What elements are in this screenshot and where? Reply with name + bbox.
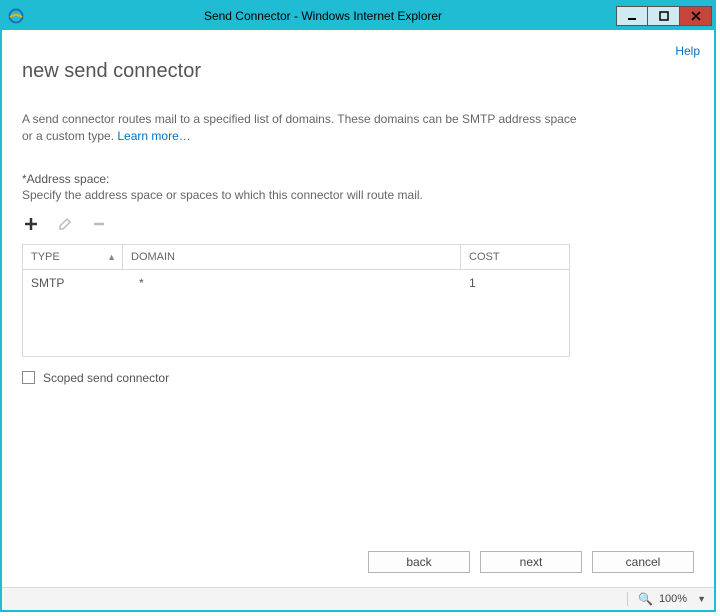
cell-domain: *: [131, 276, 461, 290]
scoped-checkbox-row: Scoped send connector: [22, 371, 694, 385]
page-body: new send connector A send connector rout…: [2, 30, 714, 551]
col-header-domain[interactable]: DOMAIN: [123, 245, 461, 269]
page-description: A send connector routes mail to a specif…: [22, 111, 582, 146]
address-space-sub: Specify the address space or spaces to w…: [22, 188, 694, 202]
table-row[interactable]: SMTP * 1: [23, 270, 569, 296]
spacer: [22, 385, 694, 551]
col-header-type-label: TYPE: [31, 251, 60, 263]
col-header-cost-label: COST: [469, 251, 500, 263]
window-frame: Send Connector - Windows Internet Explor…: [0, 0, 716, 612]
minimize-button[interactable]: [616, 6, 648, 26]
maximize-button[interactable]: [648, 6, 680, 26]
status-bar: 🔍 100% ▼: [2, 587, 714, 610]
col-header-cost[interactable]: COST: [461, 251, 569, 263]
title-bar: Send Connector - Windows Internet Explor…: [2, 2, 714, 30]
window-controls: [616, 6, 712, 26]
statusbar-sep: [627, 592, 628, 606]
zoom-level: 100%: [659, 593, 687, 605]
address-space-table: TYPE ▲ DOMAIN COST SMTP * 1: [22, 244, 570, 357]
scoped-checkbox[interactable]: [22, 371, 35, 384]
close-button[interactable]: [680, 6, 712, 26]
cancel-button[interactable]: cancel: [592, 551, 694, 573]
sort-asc-icon: ▲: [107, 252, 116, 262]
back-button[interactable]: back: [368, 551, 470, 573]
chevron-down-icon[interactable]: ▼: [697, 594, 706, 604]
page-title: new send connector: [22, 60, 694, 83]
next-button[interactable]: next: [480, 551, 582, 573]
cell-cost: 1: [461, 276, 569, 290]
edit-icon[interactable]: [56, 215, 74, 233]
table-body: SMTP * 1: [23, 270, 569, 356]
table-header: TYPE ▲ DOMAIN COST: [23, 245, 569, 270]
content-area: Help new send connector A send connector…: [2, 30, 714, 610]
wizard-footer: back next cancel: [2, 551, 714, 587]
learn-more-link[interactable]: Learn more…: [117, 129, 190, 143]
remove-icon[interactable]: [90, 215, 108, 233]
col-header-type[interactable]: TYPE ▲: [23, 245, 123, 269]
cell-type: SMTP: [23, 276, 131, 290]
window-title: Send Connector - Windows Internet Explor…: [30, 9, 616, 23]
zoom-icon[interactable]: 🔍: [638, 592, 653, 606]
address-space-label: *Address space:: [22, 172, 694, 186]
ie-icon: [8, 8, 24, 24]
add-icon[interactable]: [22, 215, 40, 233]
help-link[interactable]: Help: [675, 44, 700, 58]
description-text: A send connector routes mail to a specif…: [22, 112, 577, 143]
scoped-checkbox-label: Scoped send connector: [43, 371, 169, 385]
col-header-domain-label: DOMAIN: [131, 251, 175, 263]
table-toolbar: [22, 214, 694, 234]
